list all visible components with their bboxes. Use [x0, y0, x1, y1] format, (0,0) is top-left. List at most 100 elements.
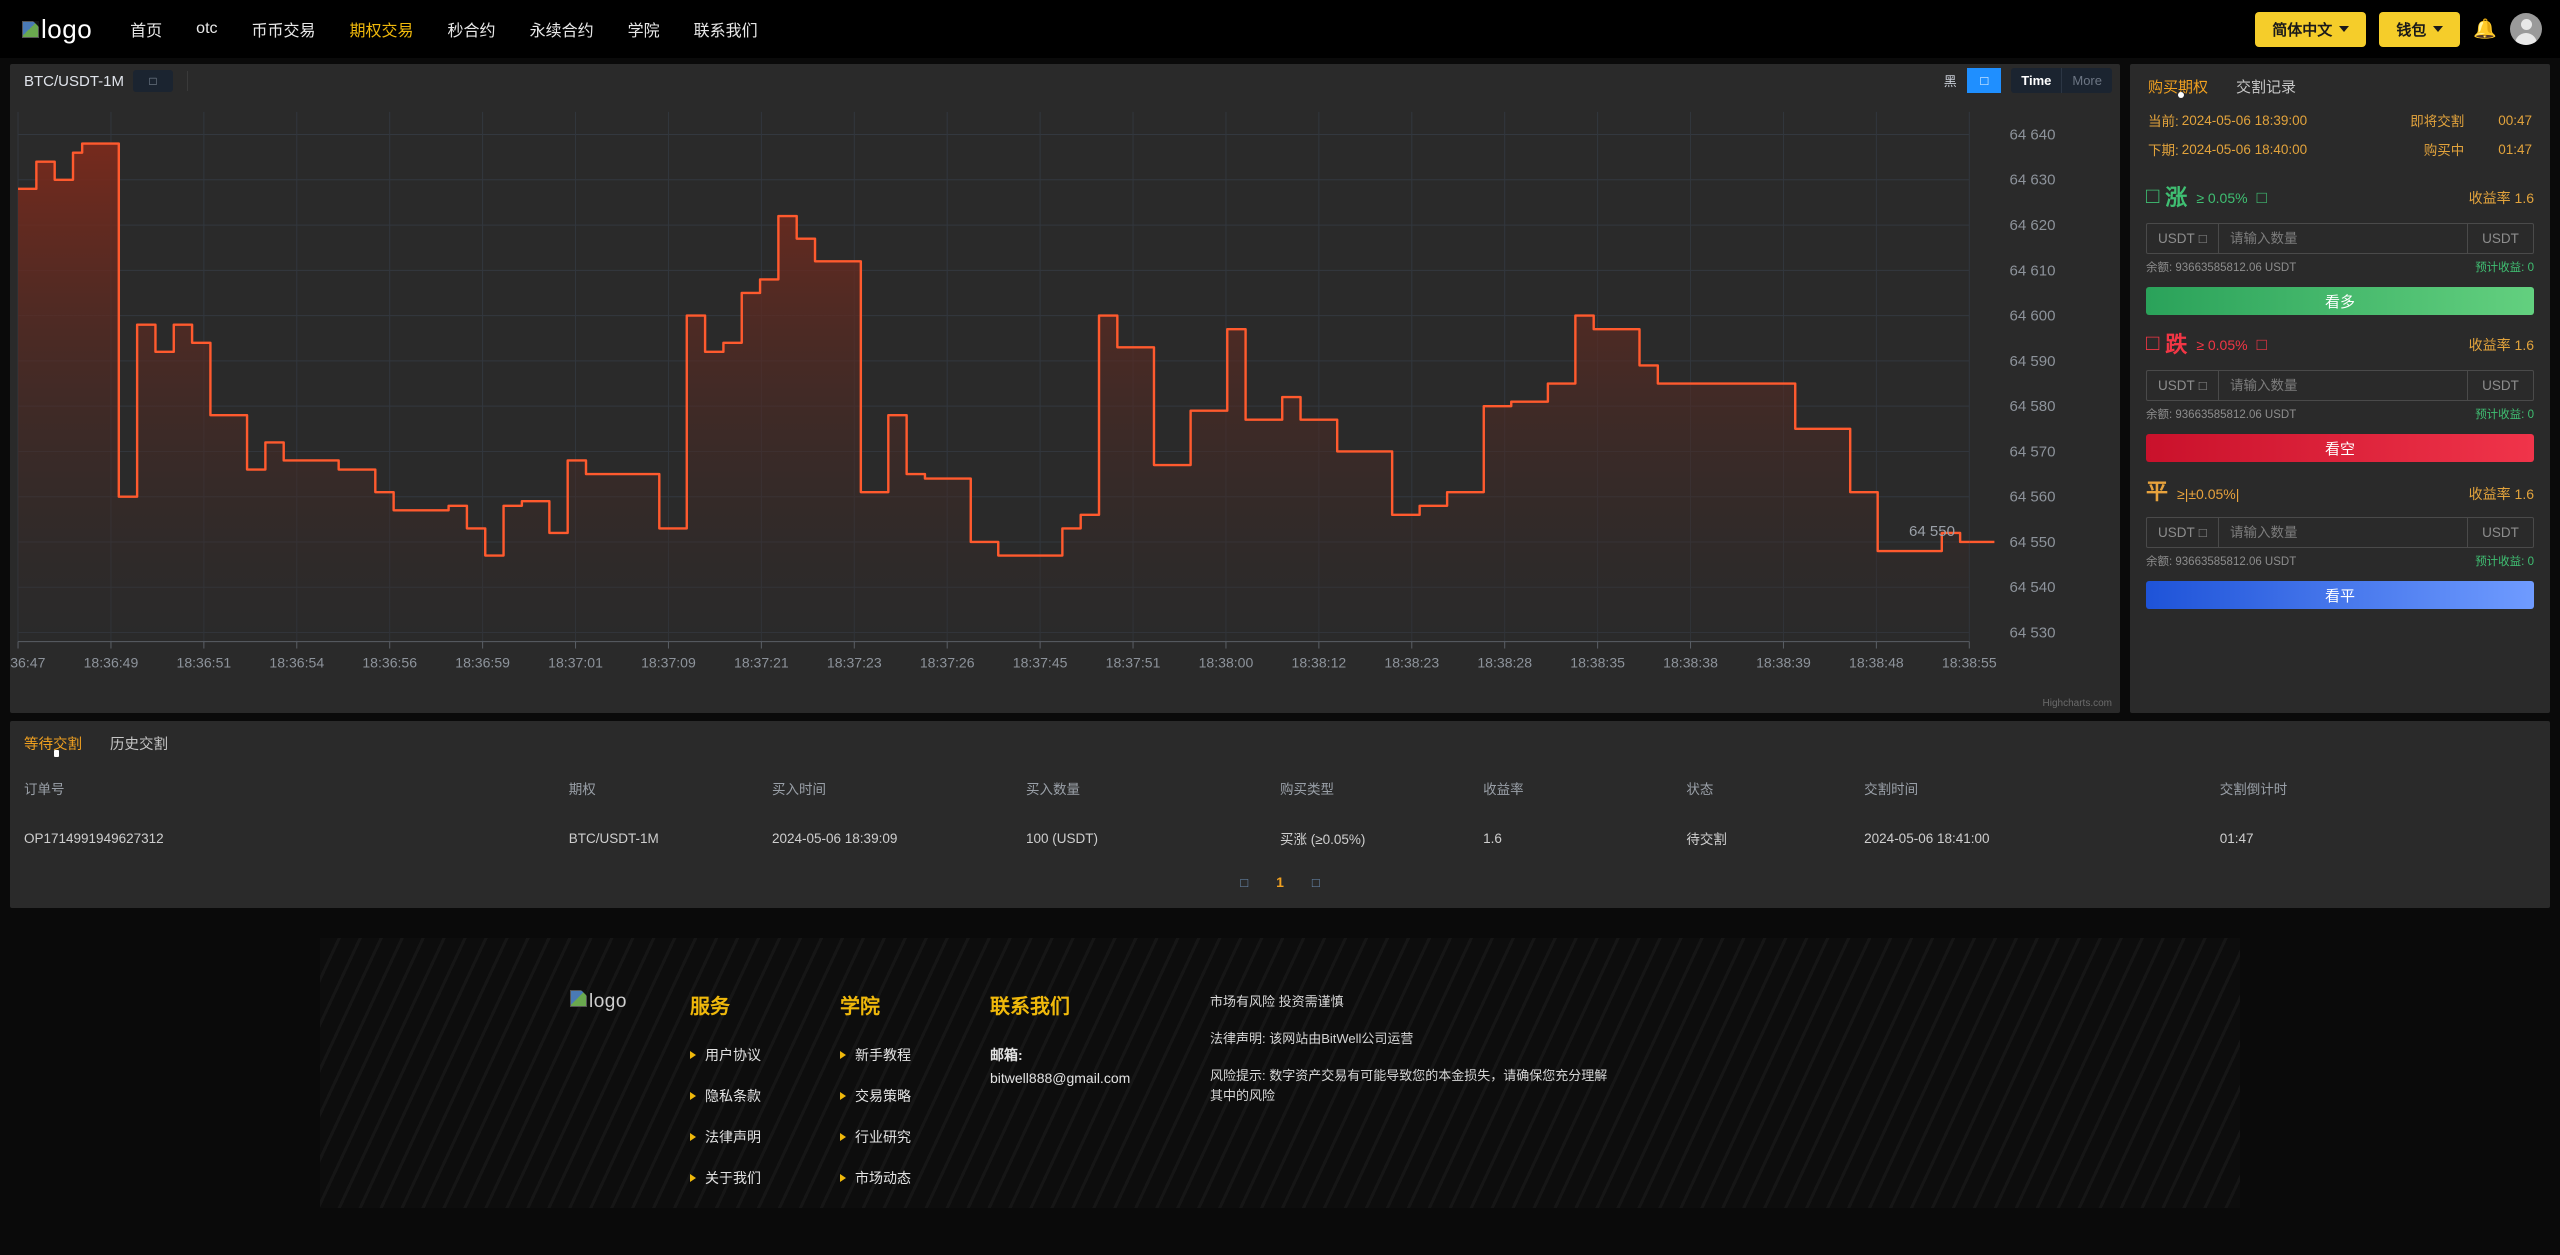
col-buy-time: 买入时间 [771, 782, 826, 797]
svg-text:18:36:59: 18:36:59 [455, 654, 510, 670]
up-currency-selector[interactable]: USDT □ [2147, 224, 2219, 253]
up-est-value: 0 [2527, 262, 2534, 274]
table-row[interactable]: OP1714991949627312 BTC/USDT-1M 2024-05-0… [10, 812, 2550, 864]
tab-buy-option[interactable]: 购买期权 [2148, 76, 2208, 106]
pagination-prev[interactable]: □ [1240, 875, 1248, 890]
svg-text:64 530: 64 530 [2009, 625, 2055, 642]
footer-link-legal[interactable]: 法律声明 [690, 1127, 830, 1147]
svg-text:18:37:09: 18:37:09 [641, 654, 696, 670]
symbol-dropdown[interactable]: □ [133, 70, 174, 92]
chart-axis-labels: 64 530 64 540 64 550 64 560 64 570 64 580 64 5… [10, 127, 2056, 671]
bet-head-down: □ 跌 ≥ 0.05% □ 收益率 1.6 [2146, 327, 2534, 359]
down-currency-label: USDT [2158, 378, 2195, 393]
col-buy-type: 购买类型 [1279, 782, 1334, 797]
buy-long-button[interactable]: 看多 [2146, 287, 2534, 315]
chevron-down-icon [2433, 26, 2444, 32]
cell-settle-time: 2024-05-06 18:41:00 [1864, 830, 1990, 846]
footer-link-user-agreement[interactable]: 用户协议 [690, 1045, 830, 1065]
footer-logo-text: logo [589, 991, 627, 1012]
svg-text:64 640: 64 640 [2009, 127, 2055, 144]
site-header: logo 首页 otc 币币交易 期权交易 秒合约 永续合约 学院 联系我们 简… [0, 0, 2560, 58]
flat-amount-input[interactable] [2219, 518, 2467, 547]
flat-rate-value: 1.6 [2514, 486, 2534, 502]
nav-item-second-contract[interactable]: 秒合约 [448, 17, 496, 41]
cell-rate: 1.6 [1483, 830, 1502, 846]
nav-item-home[interactable]: 首页 [130, 17, 162, 41]
header-actions: 简体中文 钱包 🔔 [2255, 0, 2542, 58]
wallet-button[interactable]: 钱包 [2379, 11, 2461, 47]
flat-balance-row: 余额: 93663585812.06 USDT 预计收益: 0 [2146, 553, 2534, 569]
down-rate-label: 收益率 [2468, 337, 2511, 353]
direction-flat-label: 平 [2146, 474, 2168, 506]
col-order-id: 订单号 [24, 782, 65, 797]
footer-email-label: 邮箱: [990, 1047, 1023, 1063]
footer-link-market-news[interactable]: 市场动态 [840, 1168, 980, 1188]
svg-text:18:37:45: 18:37:45 [1013, 654, 1068, 670]
svg-text:18:38:28: 18:38:28 [1477, 654, 1532, 670]
up-balance: 余额: 93663585812.06 USDT [2146, 262, 2297, 274]
down-currency-selector[interactable]: USDT □ [2147, 371, 2219, 400]
down-amount-input[interactable] [2219, 371, 2467, 400]
footer-column-academy: 学院 新手教程 交易策略 行业研究 市场动态 [830, 990, 980, 1208]
pagination-next[interactable]: □ [1312, 875, 1320, 890]
orders-header-row: 订单号 期权 买入时间 买入数量 购买类型 收益率 状态 交割时间 交割倒计时 [10, 764, 2550, 812]
site-logo[interactable]: logo [22, 14, 92, 45]
chart-mode-time[interactable]: Time [2011, 68, 2061, 93]
cell-buy-type: 买涨 (≥0.05%) [1279, 832, 1366, 847]
footer-services-title: 服务 [690, 996, 730, 1018]
flat-unit-label: USDT [2467, 518, 2533, 547]
buy-short-button[interactable]: 看空 [2146, 434, 2534, 462]
footer-link-strategy[interactable]: 交易策略 [840, 1086, 980, 1106]
flat-currency-selector[interactable]: USDT □ [2147, 518, 2219, 547]
nav-item-perpetual[interactable]: 永续合约 [530, 17, 594, 41]
svg-text:64 570: 64 570 [2009, 443, 2055, 460]
avatar[interactable] [2510, 13, 2542, 45]
main-area: BTC/USDT-1M □ 黑 □ Time More 64 530 64 540… [0, 58, 2560, 713]
tab-history-settlement[interactable]: 历史交割 [110, 733, 168, 764]
arrow-right-icon [690, 1092, 696, 1100]
down-balance: 余额: 93663585812.06 USDT [2146, 409, 2297, 421]
footer-link-beginner[interactable]: 新手教程 [840, 1045, 980, 1065]
tab-pending-settlement[interactable]: 等待交割 [24, 733, 82, 764]
up-amount-row: USDT □ USDT [2146, 223, 2534, 254]
pagination-page-1[interactable]: 1 [1276, 874, 1284, 890]
nav-item-contact[interactable]: 联系我们 [694, 17, 758, 41]
bet-section-down: □ 跌 ≥ 0.05% □ 收益率 1.6 USDT □ 请输入数量 USDT … [2142, 315, 2538, 462]
theme-dark-button[interactable]: 黑 [1933, 68, 1967, 93]
chart-canvas[interactable]: 64 530 64 540 64 550 64 560 64 570 64 580 64 5… [10, 98, 2120, 713]
col-settle-time: 交割时间 [1864, 782, 1919, 797]
svg-text:18:38:38: 18:38:38 [1663, 654, 1718, 670]
chart-panel: BTC/USDT-1M □ 黑 □ Time More 64 530 64 540… [10, 64, 2120, 713]
footer-link-research[interactable]: 行业研究 [840, 1127, 980, 1147]
nav-item-academy[interactable]: 学院 [628, 17, 660, 41]
nav-item-otc[interactable]: otc [196, 20, 217, 38]
nav-item-options[interactable]: 期权交易 [350, 17, 414, 41]
chart-mode-more[interactable]: More [2061, 68, 2112, 93]
next-label: 下期: [2148, 143, 2179, 158]
footer-column-services: 服务 用户协议 隐私条款 法律声明 关于我们 [680, 990, 830, 1208]
buy-flat-button[interactable]: 看平 [2146, 581, 2534, 609]
wallet-label: 钱包 [2396, 21, 2427, 39]
svg-text:18:36:51: 18:36:51 [177, 654, 232, 670]
orders-tab-indicator [54, 750, 59, 757]
theme-active-button[interactable]: □ [1967, 68, 2002, 93]
orders-table: 订单号 期权 买入时间 买入数量 购买类型 收益率 状态 交割时间 交割倒计时 … [10, 764, 2550, 864]
nav-item-spot[interactable]: 币币交易 [252, 17, 316, 41]
down-rate-value: 1.6 [2514, 337, 2534, 353]
footer-email-value[interactable]: bitwell888@gmail.com [990, 1070, 1200, 1086]
footer-link-about[interactable]: 关于我们 [690, 1168, 830, 1188]
tab-settlement-record[interactable]: 交割记录 [2236, 76, 2296, 106]
flat-est-label: 预计收益: [2475, 556, 2525, 568]
up-amount-input[interactable] [2219, 224, 2467, 253]
up-balance-row: 余额: 93663585812.06 USDT 预计收益: 0 [2146, 259, 2534, 275]
main-nav: 首页 otc 币币交易 期权交易 秒合约 永续合约 学院 联系我们 [130, 17, 757, 41]
flat-currency-chevron-icon: □ [2198, 525, 2207, 540]
up-condition: ≥ 0.05% [2196, 190, 2248, 206]
language-selector[interactable]: 简体中文 [2255, 11, 2367, 47]
flat-estimated-profit: 预计收益: 0 [2475, 553, 2534, 569]
chart-symbol: BTC/USDT-1M [24, 72, 125, 90]
bell-icon[interactable]: 🔔 [2473, 17, 2497, 41]
svg-text:18:38:39: 18:38:39 [1756, 654, 1811, 670]
svg-text:18:38:23: 18:38:23 [1384, 654, 1439, 670]
footer-link-privacy[interactable]: 隐私条款 [690, 1086, 830, 1106]
